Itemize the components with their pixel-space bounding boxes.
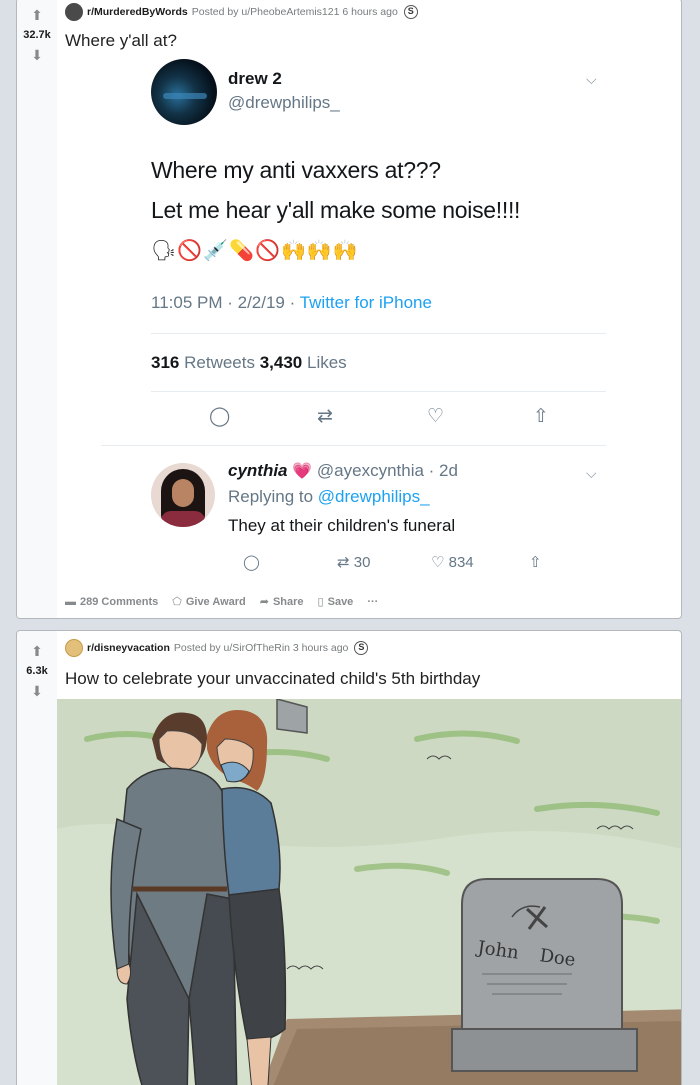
downvote-arrow-icon[interactable]: ⬇ — [29, 683, 45, 699]
post-image-cartoon[interactable]: John Doe — [57, 699, 682, 1085]
post-meta: r/disneyvacation Posted by u/SirOfTheRin… — [65, 639, 369, 657]
divider — [101, 445, 606, 446]
avatar[interactable] — [151, 59, 217, 125]
post-meta: r/MurderedByWords Posted by u/PheobeArte… — [65, 3, 418, 21]
posted-by: Posted by u/PheobeArtemis121 6 hours ago — [191, 6, 398, 18]
retweet-count: 316 — [151, 353, 180, 372]
heart-icon[interactable]: ♡ — [427, 405, 444, 428]
reply-bubble-icon[interactable]: ◯ — [209, 405, 230, 428]
reddit-post-2: ⬆ 6.3k ⬇ r/disneyvacation Posted by u/Si… — [16, 630, 682, 1085]
share-upload-icon[interactable]: ⇧ — [529, 553, 542, 571]
vote-count: 32.7k — [23, 29, 51, 41]
reply-retweet[interactable]: ⇄ 30 — [337, 553, 370, 571]
comment-icon: ▬ — [65, 595, 76, 608]
subreddit-link[interactable]: r/MurderedByWords — [87, 6, 188, 18]
share-label: Share — [272, 595, 304, 608]
tweet-embed: drew 2 @drewphilips_ ⌵ Where my anti vax… — [101, 53, 606, 601]
retweet-icon[interactable]: ⇄ — [317, 405, 333, 428]
chevron-down-icon[interactable]: ⌵ — [586, 465, 597, 482]
upvote-arrow-icon[interactable]: ⬆ — [29, 643, 45, 659]
bookmark-icon: ▯ — [317, 596, 324, 608]
reply-header: cynthia 💗 @ayexcynthia · 2d — [228, 461, 458, 481]
tweet-emojis: 🗣🚫💉💊🚫🙌🙌🙌 — [151, 240, 359, 262]
subreddit-link[interactable]: r/disneyvacation — [87, 642, 170, 654]
post-title[interactable]: How to celebrate your unvaccinated child… — [65, 669, 480, 689]
downvote-arrow-icon[interactable]: ⬇ — [29, 47, 45, 63]
retweet-label[interactable]: Retweets — [184, 353, 255, 372]
reply-like[interactable]: ♡ 834 — [431, 553, 474, 571]
posted-by: Posted by u/SirOfTheRin 3 hours ago — [173, 642, 349, 654]
divider — [151, 333, 606, 334]
tweet-author-handle[interactable]: @drewphilips_ — [228, 93, 340, 113]
award-icon: ⬠ — [172, 596, 182, 608]
reply-text: They at their children's funeral — [228, 516, 456, 535]
vote-column: ⬆ 32.7k ⬇ — [17, 0, 57, 618]
tweet-source[interactable]: Twitter for iPhone — [300, 293, 432, 312]
vote-count: 6.3k — [26, 665, 48, 677]
chevron-down-icon[interactable]: ⌵ — [586, 71, 597, 88]
save-label: Save — [327, 595, 354, 608]
tweet-stats: 316 Retweets 3,430 Likes — [151, 353, 347, 373]
reply-like-count: 834 — [448, 554, 474, 571]
replying-to: Replying to @drewphilips_ — [228, 487, 430, 507]
comments-label: 289 Comments — [80, 595, 159, 608]
tweet-text-line2: Let me hear y'all make some noise!!!! — [151, 197, 521, 223]
award-label: Give Award — [185, 595, 246, 608]
tweet-timestamp: 11:05 PM · 2/2/19 · Twitter for iPhone — [151, 293, 432, 313]
like-label[interactable]: Likes — [307, 353, 347, 372]
heart-emoji-icon: 💗 — [292, 463, 313, 480]
reply-author-name[interactable]: cynthia — [228, 461, 288, 480]
tweet-text-line1: Where my anti vaxxers at??? — [151, 157, 441, 183]
reply-retweet-count: 30 — [353, 554, 371, 571]
more-options-button[interactable]: ··· — [367, 596, 378, 608]
reply-handle-time[interactable]: @ayexcynthia · 2d — [317, 461, 458, 480]
post-footer: ▬ 289 Comments ⬠ Give Award ➦ Share ▯ Save ·… — [65, 595, 392, 609]
comments-button[interactable]: ▬ 289 Comments — [65, 596, 158, 608]
tweet-time: 11:05 PM · 2/2/19 · — [151, 293, 300, 312]
share-arrow-icon: ➦ — [259, 596, 269, 608]
replying-prefix: Replying to — [228, 487, 318, 506]
reddit-post-1: ⬆ 32.7k ⬇ r/MurderedByWords Posted by u/… — [16, 0, 682, 619]
give-award-button[interactable]: ⬠ Give Award — [172, 595, 246, 609]
divider — [151, 391, 606, 392]
post-title[interactable]: Where y'all at? — [65, 31, 177, 51]
save-button[interactable]: ▯ Save — [317, 595, 354, 609]
vote-column: ⬆ 6.3k ⬇ — [17, 631, 57, 1085]
silver-award-icon: S — [403, 5, 418, 19]
reply-avatar[interactable] — [151, 463, 215, 527]
share-upload-icon[interactable]: ⇧ — [533, 405, 549, 428]
subreddit-avatar[interactable] — [65, 639, 83, 657]
subreddit-avatar[interactable] — [65, 3, 83, 21]
reply-bubble-icon[interactable]: ◯ — [243, 553, 260, 571]
tweet-author-name[interactable]: drew 2 — [228, 69, 282, 89]
silver-award-icon: S — [354, 641, 369, 655]
like-count: 3,430 — [259, 353, 303, 372]
share-button[interactable]: ➦ Share — [259, 595, 304, 609]
upvote-arrow-icon[interactable]: ⬆ — [29, 7, 45, 23]
replying-to-link[interactable]: @drewphilips_ — [318, 487, 430, 506]
